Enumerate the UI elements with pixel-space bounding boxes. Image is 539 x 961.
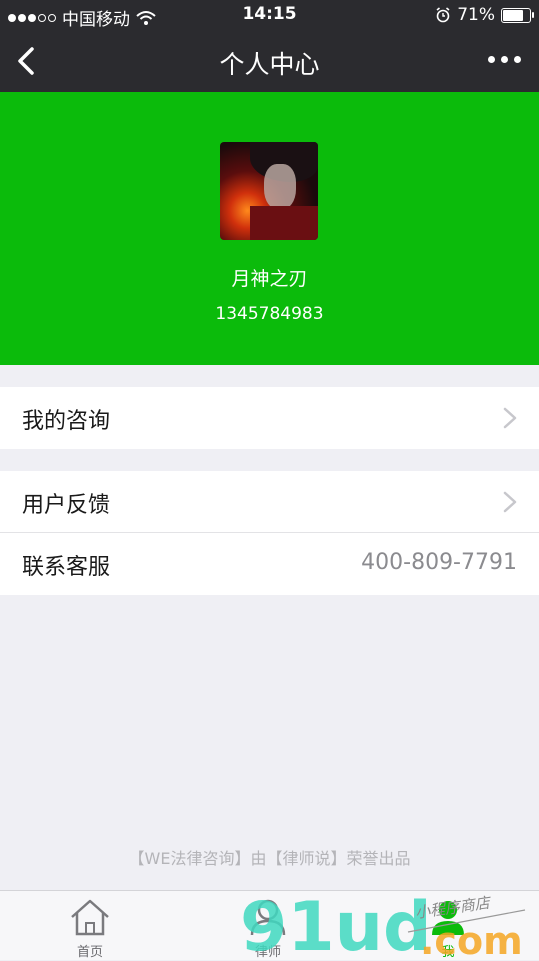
chevron-right-icon — [503, 407, 517, 429]
tab-me[interactable]: 我 — [388, 891, 508, 961]
menu-item-my-consultation[interactable]: 我的咨询 — [0, 387, 539, 449]
battery-percent: 71% — [457, 5, 495, 25]
alarm-icon — [436, 7, 450, 23]
menu-item-feedback[interactable]: 用户反馈 — [0, 471, 539, 533]
status-bar: 中国移动 14:15 71% — [0, 0, 539, 30]
more-dots-icon[interactable] — [488, 56, 521, 63]
tab-label: 律师 — [254, 945, 281, 960]
user-phone: 1345784983 — [215, 304, 324, 324]
tab-lawyer[interactable]: 律师 — [208, 891, 328, 961]
chevron-right-icon — [503, 491, 517, 513]
home-icon — [71, 899, 109, 936]
tab-label: 首页 — [76, 945, 103, 960]
profile-header: 月神之刃 1345784983 — [0, 92, 539, 365]
menu-item-label: 联系客服 — [22, 555, 111, 580]
battery-icon — [501, 7, 534, 23]
page-title: 个人中心 — [219, 50, 320, 79]
nav-bar: 个人中心 — [0, 30, 539, 92]
user-name: 月神之刃 — [231, 268, 308, 290]
menu-item-label: 我的咨询 — [22, 409, 111, 434]
tab-label: 我 — [441, 945, 455, 960]
avatar[interactable] — [220, 142, 318, 240]
menu-item-customer-service[interactable]: 联系客服 400-809-7791 — [0, 533, 539, 595]
person-icon — [432, 901, 464, 935]
tab-bar: 首页 律师 我 — [0, 890, 539, 960]
menu-group-support: 用户反馈 联系客服 400-809-7791 — [0, 471, 539, 595]
tab-home[interactable]: 首页 — [30, 891, 150, 961]
menu-group-consult: 我的咨询 — [0, 387, 539, 449]
service-phone-number[interactable]: 400-809-7791 — [361, 550, 517, 575]
person-icon — [250, 899, 286, 936]
footer-credit: 【WE法律咨询】由【律师说】荣誉出品 — [128, 849, 411, 868]
menu-item-label: 用户反馈 — [22, 493, 111, 518]
